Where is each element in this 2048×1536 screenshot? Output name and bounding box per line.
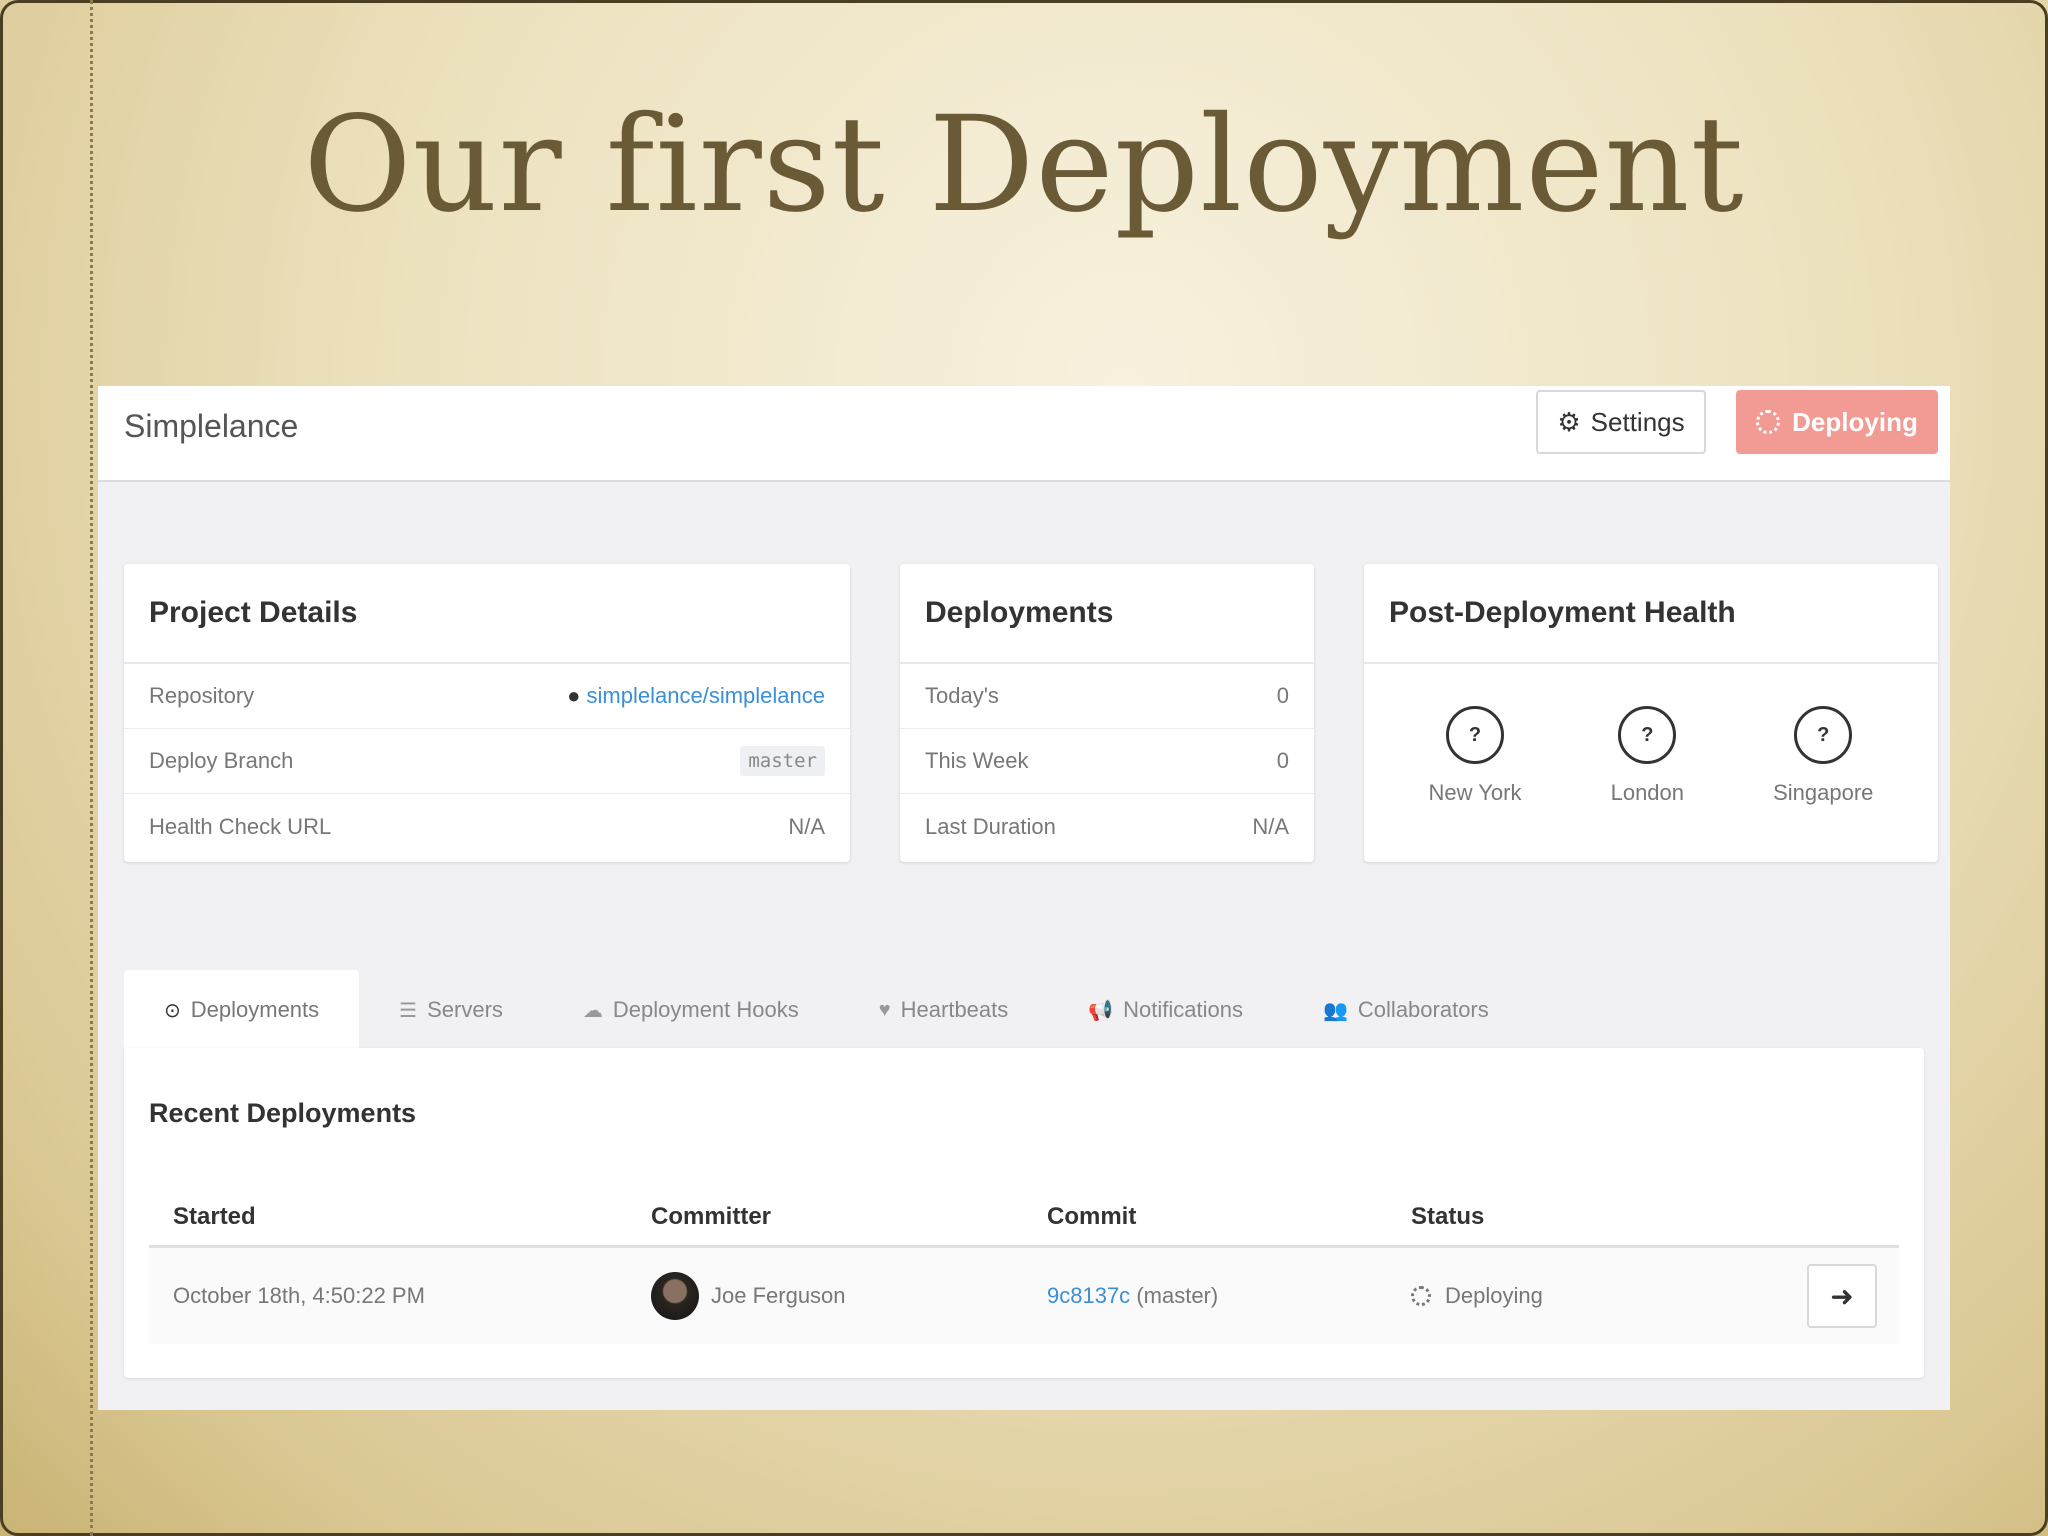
repository-value: simplelance/simplelance: [586, 683, 825, 708]
stat-value: 0: [1276, 748, 1289, 773]
location-label: London: [1610, 780, 1685, 805]
arrow-right-icon: ➜: [1830, 1280, 1854, 1312]
clock-icon: ⊙: [164, 999, 181, 1022]
app-header: Simplelance ⚙ Settings Deploying: [98, 386, 1950, 482]
detail-value: N/A: [788, 813, 825, 839]
stat-row-week: This Week 0: [900, 729, 1314, 794]
deploying-button[interactable]: Deploying: [1736, 390, 1938, 454]
settings-button[interactable]: ⚙ Settings: [1536, 390, 1706, 454]
table-header: Started Committer Commit Status: [149, 1188, 1899, 1248]
project-details-card: Project Details Repository ● simplelance…: [124, 564, 850, 862]
panel-title: Recent Deployments: [149, 1098, 417, 1128]
cloud-icon: ☁: [582, 999, 603, 1022]
health-location-london: ? London: [1611, 706, 1684, 806]
tab-label: Notifications: [1123, 997, 1244, 1022]
status-text: Deploying: [1445, 1283, 1543, 1308]
deployments-table: Started Committer Commit Status October …: [149, 1188, 1899, 1344]
tab-servers[interactable]: ☰ Servers: [359, 970, 543, 1050]
card-title: Project Details: [124, 564, 850, 664]
spinner-icon: [1411, 1286, 1431, 1306]
stat-row-today: Today's 0: [900, 664, 1314, 729]
started-cell: October 18th, 4:50:22 PM: [173, 1283, 425, 1308]
deploying-label: Deploying: [1792, 406, 1918, 437]
question-icon: ?: [1618, 706, 1677, 764]
tab-label: Deployments: [190, 997, 320, 1022]
branch-badge: master: [740, 746, 825, 776]
stat-row-duration: Last Duration N/A: [900, 794, 1314, 859]
detail-row-health-url: Health Check URL N/A: [124, 794, 850, 859]
detail-label: Repository: [149, 683, 255, 708]
commit-cell: 9c8137c (master): [1047, 1283, 1411, 1309]
committer-name: Joe Ferguson: [711, 1283, 846, 1308]
tab-label: Servers: [427, 997, 503, 1022]
column-header-started: Started: [173, 1202, 256, 1230]
stat-label: Today's: [925, 683, 999, 708]
commit-branch: (master): [1136, 1283, 1219, 1308]
tab-bar: ⊙ Deployments ☰ Servers ☁ Deployment Hoo…: [124, 970, 1924, 1050]
detail-label: Deploy Branch: [149, 748, 294, 773]
repository-link[interactable]: ● simplelance/simplelance: [567, 683, 825, 709]
view-deployment-button[interactable]: ➜: [1807, 1264, 1877, 1328]
tab-deployments[interactable]: ⊙ Deployments: [124, 970, 360, 1050]
location-label: Singapore: [1773, 780, 1874, 805]
spinner-icon: [1756, 410, 1781, 434]
table-row[interactable]: October 18th, 4:50:22 PM Joe Ferguson 9c…: [149, 1248, 1899, 1344]
avatar: [651, 1272, 699, 1320]
health-locations: ? New York ? London ? Singapore: [1364, 664, 1938, 806]
tab-label: Collaborators: [1357, 997, 1489, 1022]
app-screenshot: Simplelance ⚙ Settings Deploying Project…: [98, 386, 1950, 1410]
recent-deployments-panel: Recent Deployments Started Committer Com…: [124, 1048, 1924, 1378]
question-icon: ?: [1794, 706, 1853, 764]
detail-row-branch: Deploy Branch master: [124, 729, 850, 794]
column-header-status: Status: [1411, 1202, 1485, 1230]
stat-label: Last Duration: [925, 813, 1056, 839]
tab-heartbeats[interactable]: ♥ Heartbeats: [839, 970, 1049, 1050]
app-name: Simplelance: [124, 408, 299, 444]
column-header-committer: Committer: [651, 1202, 772, 1230]
tab-notifications[interactable]: 📢 Notifications: [1048, 970, 1283, 1050]
tab-deployment-hooks[interactable]: ☁ Deployment Hooks: [543, 970, 839, 1050]
health-location-new-york: ? New York: [1429, 706, 1522, 806]
card-title: Deployments: [900, 564, 1314, 664]
detail-label: Health Check URL: [149, 813, 332, 839]
location-label: New York: [1428, 780, 1522, 805]
health-card: Post-Deployment Health ? New York ? Lond…: [1364, 564, 1938, 862]
column-header-commit: Commit: [1047, 1202, 1137, 1230]
health-location-singapore: ? Singapore: [1773, 706, 1873, 806]
bullhorn-icon: 📢: [1088, 999, 1114, 1022]
tab-label: Deployment Hooks: [612, 997, 799, 1022]
detail-row-repository: Repository ● simplelance/simplelance: [124, 664, 850, 729]
tab-label: Heartbeats: [900, 997, 1009, 1022]
deployments-card: Deployments Today's 0 This Week 0 Last D…: [900, 564, 1314, 862]
committer-cell: Joe Ferguson: [651, 1272, 1047, 1320]
stat-value: N/A: [1252, 813, 1289, 839]
card-title: Post-Deployment Health: [1364, 564, 1938, 664]
heart-icon: ♥: [878, 998, 891, 1021]
slide-title: Our first Deployment: [303, 88, 1745, 242]
commit-link[interactable]: 9c8137c: [1047, 1283, 1130, 1308]
gear-icon: ⚙: [1557, 406, 1581, 437]
question-icon: ?: [1446, 706, 1505, 764]
stat-label: This Week: [925, 748, 1029, 773]
server-icon: ☰: [399, 999, 418, 1022]
stat-value: 0: [1276, 683, 1289, 708]
users-icon: 👥: [1323, 999, 1348, 1022]
tab-collaborators[interactable]: 👥 Collaborators: [1283, 970, 1529, 1050]
github-icon: ●: [567, 683, 581, 708]
settings-label: Settings: [1590, 406, 1685, 437]
status-cell: Deploying: [1411, 1283, 1807, 1309]
